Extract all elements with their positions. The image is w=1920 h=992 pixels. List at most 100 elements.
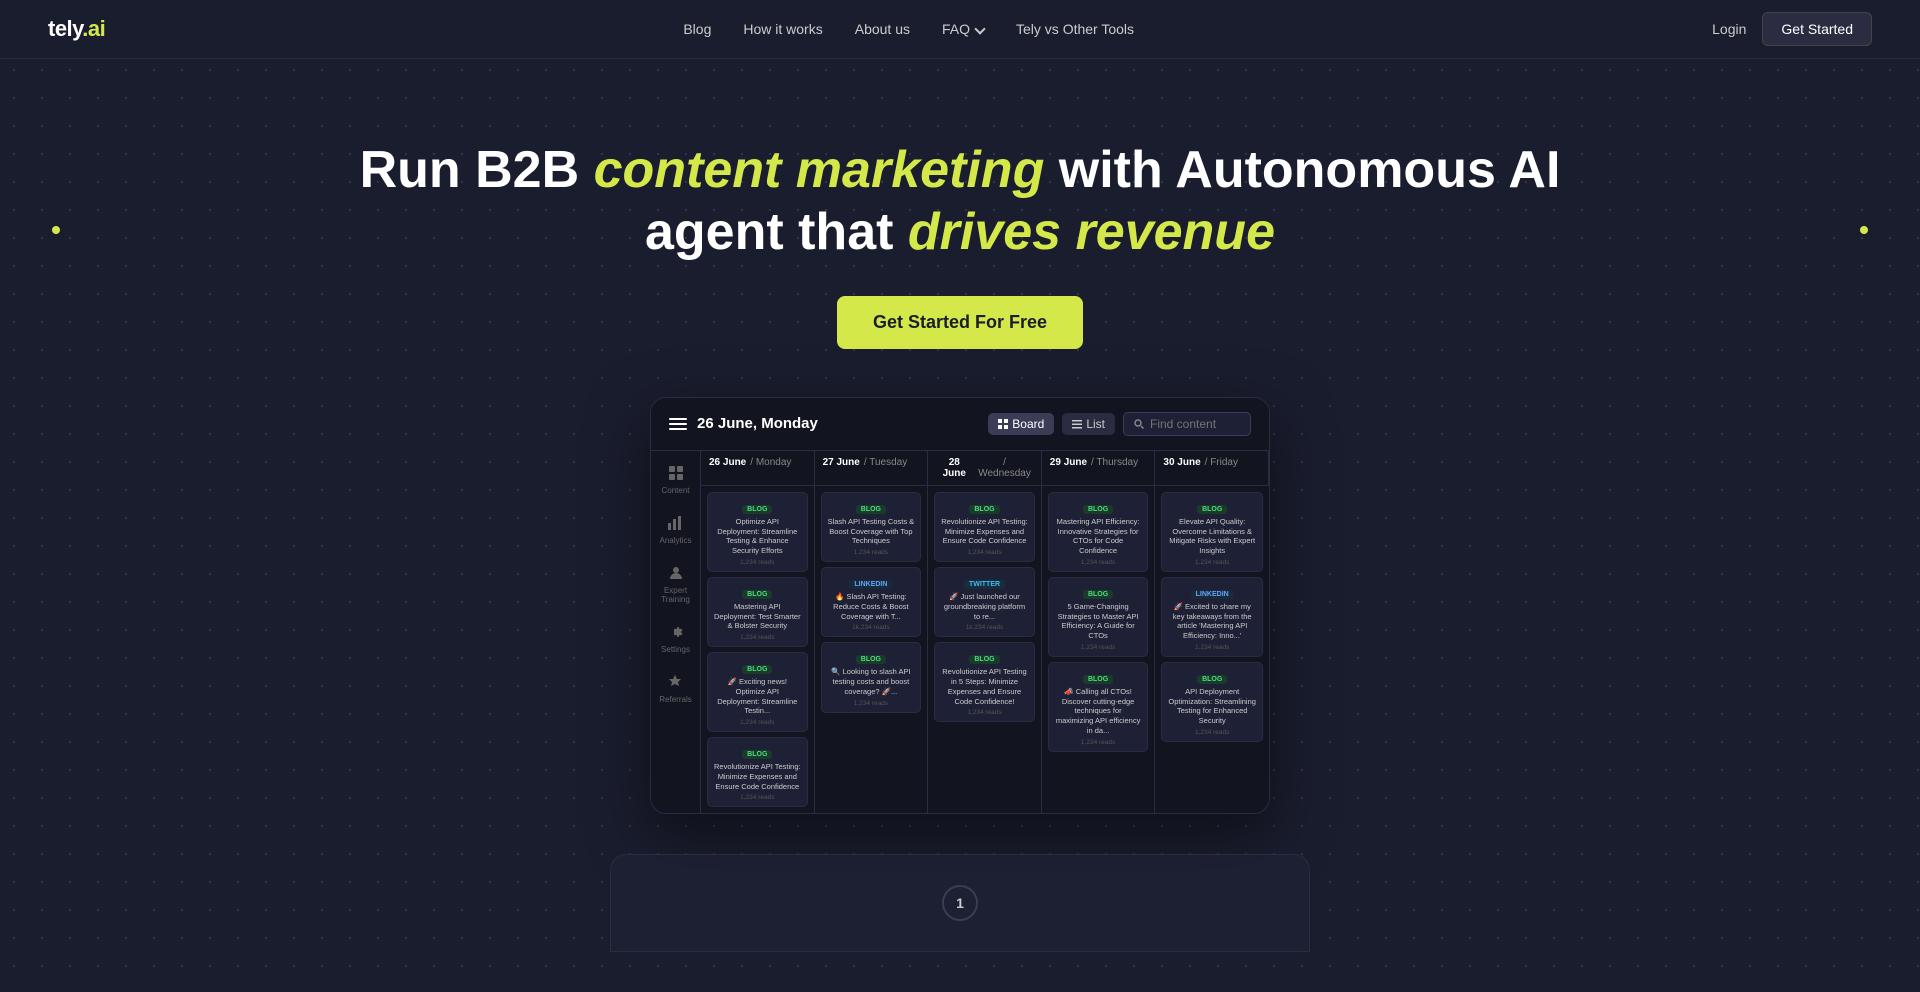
card-tag: Blog (1083, 505, 1113, 514)
dashboard-card: 26 June, Monday Board List (650, 397, 1270, 815)
day-column-fri: Blog Elevate API Quality: Overcome Limit… (1155, 486, 1269, 814)
card-meta: 1,234 reads (714, 634, 801, 641)
nav-actions: Login Get Started (1712, 12, 1872, 46)
dashboard-body: Content Analytics Expert Training (651, 451, 1269, 814)
hero-title: Run B2B content marketing with Autonomou… (20, 139, 1900, 264)
search-box[interactable] (1123, 412, 1251, 436)
logo[interactable]: tely.ai (48, 16, 105, 42)
card-tue-2[interactable]: LinkedIn 🔥 Slash API Testing: Reduce Cos… (821, 567, 922, 637)
day-header-tue: 27 June / Tuesday (815, 451, 929, 486)
calendar-body: Blog Optimize API Deployment: Streamline… (701, 486, 1269, 814)
day-tue: / Tuesday (864, 457, 907, 468)
card-title: 5 Game-Changing Strategies to Master API… (1055, 602, 1142, 641)
card-meta: 1,234 reads (941, 549, 1028, 556)
card-mon-3[interactable]: Blog 🚀 Exciting news! Optimize API Deplo… (707, 652, 808, 732)
card-tag: Blog (1083, 590, 1113, 599)
card-fri-3[interactable]: Blog API Deployment Optimization: Stream… (1161, 662, 1263, 742)
hero-title-part2: with Autonomous AI (1044, 141, 1560, 199)
card-fri-2[interactable]: LinkedIn 🚀 Excited to share my key takea… (1161, 577, 1263, 657)
menu-icon[interactable] (669, 418, 687, 430)
sidebar-item-content[interactable]: Content (661, 463, 689, 495)
dashboard-header: 26 June, Monday Board List (651, 398, 1269, 451)
date-fri: 30 June (1163, 457, 1200, 468)
list-icon (1072, 419, 1082, 429)
card-mon-1[interactable]: Blog Optimize API Deployment: Streamline… (707, 492, 808, 572)
card-mon-2[interactable]: Blog Mastering API Deployment: Test Smar… (707, 577, 808, 647)
card-meta: 1k,234 reads (828, 624, 915, 631)
nav-about-us[interactable]: About us (855, 21, 910, 37)
dashboard-header-left: 26 June, Monday (669, 415, 818, 432)
card-title: 📣 Calling all CTOs! Discover cutting-edg… (1055, 687, 1142, 736)
date-tue: 27 June (823, 457, 860, 468)
card-mon-4[interactable]: Blog Revolutionize API Testing: Minimize… (707, 737, 808, 807)
board-icon (998, 419, 1008, 429)
day-mon: / Monday (750, 457, 791, 468)
day-column-thu: Blog Mastering API Efficiency: Innovativ… (1042, 486, 1156, 814)
nav-tely-vs[interactable]: Tely vs Other Tools (1016, 21, 1134, 37)
card-tue-3[interactable]: Blog 🔍 Looking to slash API testing cost… (821, 642, 922, 712)
card-meta: 1,234 reads (828, 549, 915, 556)
card-meta: 1,234 reads (1055, 644, 1142, 651)
calendar-grid: 26 June/ Monday 27 June/ Tuesday 28 June… (701, 451, 1269, 814)
card-title: Optimize API Deployment: Streamline Test… (714, 517, 801, 556)
dashboard-header-right: Board List (988, 412, 1251, 436)
day-column-tue: Blog Slash API Testing Costs & Boost Cov… (815, 486, 929, 814)
content-icon (666, 463, 686, 483)
get-started-free-button[interactable]: Get Started For Free (837, 296, 1083, 349)
card-tag: Blog (742, 750, 772, 759)
day-column-wed: Blog Revolutionize API Testing: Minimize… (928, 486, 1042, 814)
card-title: Revolutionize API Testing: Minimize Expe… (714, 762, 801, 791)
day-column-mon: Blog Optimize API Deployment: Streamline… (701, 486, 815, 814)
sidebar-item-referrals[interactable]: Referrals (659, 672, 691, 704)
card-meta: 1,234 reads (1168, 559, 1256, 566)
nav-how-it-works[interactable]: How it works (743, 21, 822, 37)
day-thu: / Thursday (1091, 457, 1138, 468)
card-title: Revolutionize API Testing in 5 Steps: Mi… (941, 667, 1028, 706)
card-meta: 1,234 reads (714, 794, 801, 801)
card-tag: Blog (742, 665, 772, 674)
get-started-nav-button[interactable]: Get Started (1762, 12, 1872, 46)
card-title: 🚀 Excited to share my key takeaways from… (1168, 602, 1256, 641)
sidebar-item-settings[interactable]: Settings (661, 622, 690, 654)
chevron-down-icon (974, 23, 985, 34)
card-tue-1[interactable]: Blog Slash API Testing Costs & Boost Cov… (821, 492, 922, 562)
card-tag: Blog (856, 505, 886, 514)
search-input[interactable] (1150, 417, 1240, 431)
card-tag: Twitter (964, 580, 1005, 589)
card-tag: Blog (1197, 675, 1227, 684)
card-thu-1[interactable]: Blog Mastering API Efficiency: Innovativ… (1048, 492, 1149, 572)
list-view-button[interactable]: List (1062, 413, 1115, 435)
card-meta: 1,234 reads (1055, 559, 1142, 566)
card-meta: 1,234 reads (714, 719, 801, 726)
card-fri-1[interactable]: Blog Elevate API Quality: Overcome Limit… (1161, 492, 1263, 572)
day-header-thu: 29 June/ Thursday (1042, 451, 1156, 486)
analytics-icon (665, 513, 685, 533)
navbar: tely.ai Blog How it works About us FAQ T… (0, 0, 1920, 59)
card-tag: Blog (742, 505, 772, 514)
card-meta: 1,234 reads (1055, 739, 1142, 746)
card-title: 🔥 Slash API Testing: Reduce Costs & Boos… (828, 592, 915, 621)
hero-drives-revenue: drives revenue (908, 203, 1275, 261)
card-wed-3[interactable]: Blog Revolutionize API Testing in 5 Step… (934, 642, 1035, 722)
sidebar-item-analytics[interactable]: Analytics (659, 513, 691, 545)
bottom-section: 1 (610, 854, 1310, 952)
card-tag: LinkedIn (849, 580, 892, 589)
card-wed-2[interactable]: Twitter 🚀 Just launched our groundbreaki… (934, 567, 1035, 637)
sidebar-item-expert-training[interactable]: Expert Training (651, 563, 700, 604)
nav-blog[interactable]: Blog (683, 21, 711, 37)
day-wed: / Wednesday (976, 457, 1032, 479)
card-meta: 1,234 reads (941, 709, 1028, 716)
login-link[interactable]: Login (1712, 21, 1746, 37)
card-title: 🔍 Looking to slash API testing costs and… (828, 667, 915, 696)
card-tag: LinkedIn (1191, 590, 1234, 599)
card-thu-3[interactable]: Blog 📣 Calling all CTOs! Discover cuttin… (1048, 662, 1149, 752)
nav-faq[interactable]: FAQ (942, 21, 984, 37)
card-meta: 1,234 reads (1168, 729, 1256, 736)
hero-title-part1: Run B2B (360, 141, 594, 199)
card-thu-2[interactable]: Blog 5 Game-Changing Strategies to Maste… (1048, 577, 1149, 657)
card-meta: 1,234 reads (828, 700, 915, 707)
referrals-icon (665, 672, 685, 692)
card-tag: Blog (969, 655, 999, 664)
board-view-button[interactable]: Board (988, 413, 1054, 435)
card-wed-1[interactable]: Blog Revolutionize API Testing: Minimize… (934, 492, 1035, 562)
